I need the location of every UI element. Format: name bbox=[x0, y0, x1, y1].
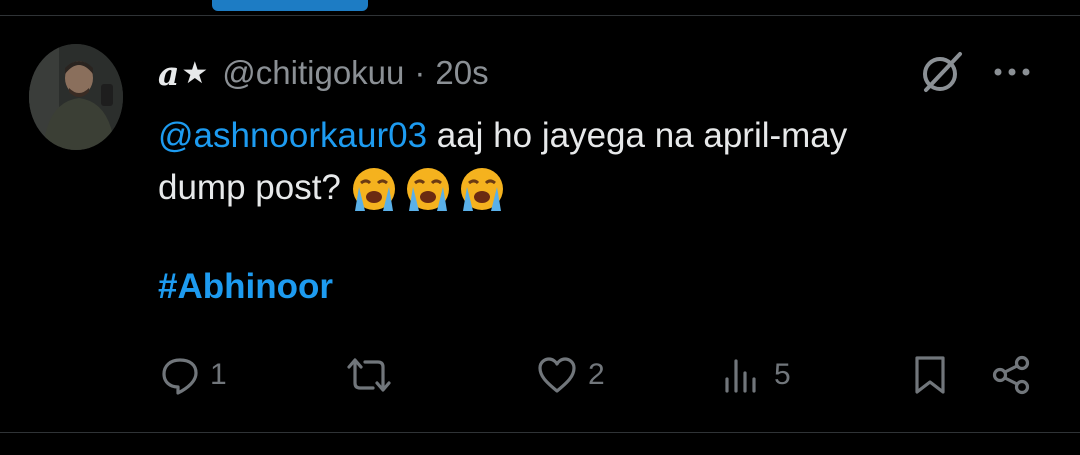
tweet-text: @ashnoorkaur03 aaj ho jayega na april-ma… bbox=[158, 110, 1018, 215]
separator-dot: · bbox=[414, 54, 426, 91]
tweet-text-part-1: aaj ho jayega na april-may bbox=[427, 116, 848, 155]
views-count: 5 bbox=[774, 358, 791, 391]
top-divider bbox=[0, 15, 1080, 16]
avatar-photo bbox=[29, 44, 123, 150]
user-handle[interactable]: @chitigokuu bbox=[222, 54, 404, 92]
display-name[interactable]: a bbox=[158, 54, 179, 93]
reply-button[interactable]: 1 bbox=[160, 352, 227, 398]
views-button[interactable]: 5 bbox=[722, 352, 791, 398]
like-count: 2 bbox=[588, 358, 605, 391]
share-icon bbox=[992, 355, 1030, 395]
bookmark-button[interactable] bbox=[912, 352, 948, 398]
crying-face-emoji-1 bbox=[352, 167, 395, 211]
reply-count: 1 bbox=[210, 358, 227, 391]
hashtag-link[interactable]: #Abhinoor bbox=[158, 267, 333, 307]
more-icon[interactable] bbox=[990, 58, 1034, 86]
mention-link[interactable]: @ashnoorkaur03 bbox=[158, 116, 427, 155]
tweet-header: a ★ @chitigokuu · 20s bbox=[158, 52, 489, 94]
avatar[interactable] bbox=[29, 44, 123, 150]
emoji-group bbox=[349, 165, 507, 215]
scroll-indicator bbox=[212, 0, 368, 11]
timestamp[interactable]: 20s bbox=[435, 54, 488, 92]
crying-face-emoji-2 bbox=[406, 167, 449, 211]
star-badge: ★ bbox=[181, 56, 209, 90]
like-icon bbox=[538, 357, 576, 393]
tweet-text-part-2: dump post? bbox=[158, 168, 341, 207]
tweet-text-line-2: dump post? bbox=[158, 162, 1018, 215]
reply-icon bbox=[162, 358, 198, 395]
views-icon bbox=[725, 359, 756, 393]
like-button[interactable]: 2 bbox=[536, 352, 605, 398]
bookmark-icon bbox=[915, 356, 945, 394]
crying-face-emoji-3 bbox=[460, 167, 503, 211]
repost-icon bbox=[347, 358, 391, 392]
bottom-divider bbox=[0, 432, 1080, 433]
grok-icon[interactable] bbox=[918, 50, 964, 96]
repost-button[interactable] bbox=[345, 352, 403, 398]
tweet-text-line-1: @ashnoorkaur03 aaj ho jayega na april-ma… bbox=[158, 110, 1018, 162]
share-button[interactable] bbox=[990, 352, 1034, 398]
